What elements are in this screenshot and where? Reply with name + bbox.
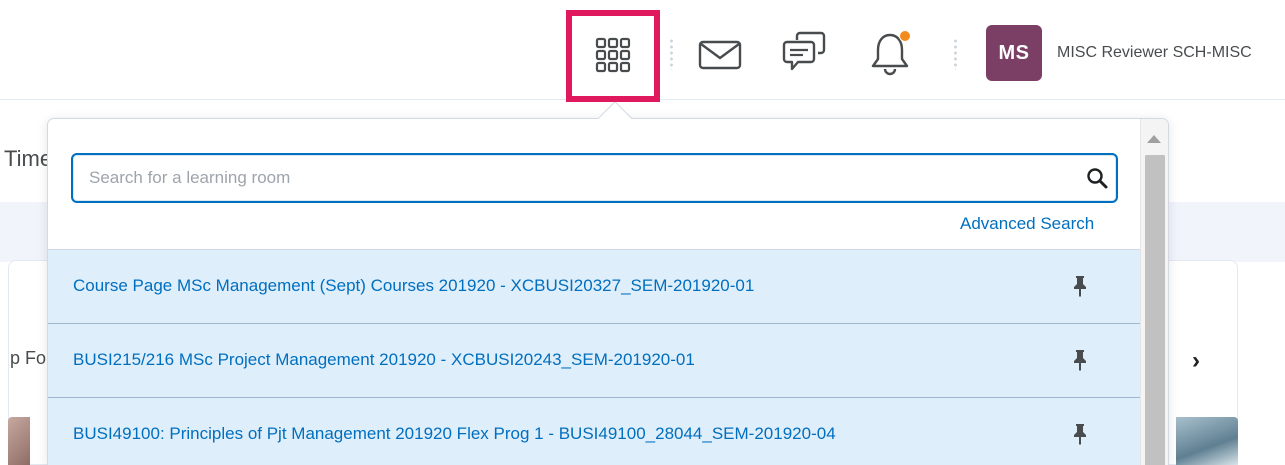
pin-icon[interactable] (1070, 274, 1090, 298)
background-text: Time (4, 146, 53, 171)
list-item[interactable]: Course Page MSc Management (Sept) Course… (48, 249, 1140, 323)
nav-separator (670, 38, 673, 70)
chat-bubbles-icon (782, 31, 826, 71)
thumbnail-image (8, 417, 30, 465)
scrollbar-thumb[interactable] (1145, 155, 1165, 465)
background-text: p Fo (10, 348, 47, 368)
pin-icon[interactable] (1070, 422, 1090, 446)
search-input[interactable] (89, 155, 1049, 201)
advanced-search-link[interactable]: Advanced Search (960, 214, 1094, 234)
search-box (71, 153, 1118, 203)
nav-separator (954, 38, 957, 70)
mail-envelope-icon (698, 40, 742, 70)
course-link[interactable]: Course Page MSc Management (Sept) Course… (73, 276, 754, 296)
mail-button[interactable] (693, 35, 747, 75)
list-item[interactable]: BUSI215/216 MSc Project Management 20192… (48, 323, 1140, 397)
course-link[interactable]: BUSI49100: Principles of Pjt Management … (73, 424, 836, 444)
course-selector-dropdown: Advanced Search Course Page MSc Manageme… (47, 118, 1169, 465)
pin-icon[interactable] (1070, 348, 1090, 372)
top-navigation-bar: MS MISC Reviewer SCH-MISC (0, 0, 1285, 102)
chat-button[interactable] (779, 28, 829, 78)
search-icon[interactable] (1085, 166, 1109, 190)
thumbnail-image (1176, 417, 1238, 465)
course-selector-grid-icon (595, 37, 631, 73)
course-list: Course Page MSc Management (Sept) Course… (48, 249, 1140, 465)
avatar[interactable]: MS (986, 25, 1042, 81)
course-link[interactable]: BUSI215/216 MSc Project Management 20192… (73, 350, 695, 370)
scroll-up-arrow-icon[interactable] (1147, 135, 1161, 143)
list-item[interactable]: BUSI49100: Principles of Pjt Management … (48, 397, 1140, 465)
course-selector-button[interactable] (588, 30, 638, 80)
notification-badge (899, 30, 911, 42)
scrollbar[interactable] (1140, 119, 1168, 465)
carousel-next-button[interactable]: › (1192, 347, 1200, 375)
user-name[interactable]: MISC Reviewer SCH-MISC (1057, 44, 1252, 62)
